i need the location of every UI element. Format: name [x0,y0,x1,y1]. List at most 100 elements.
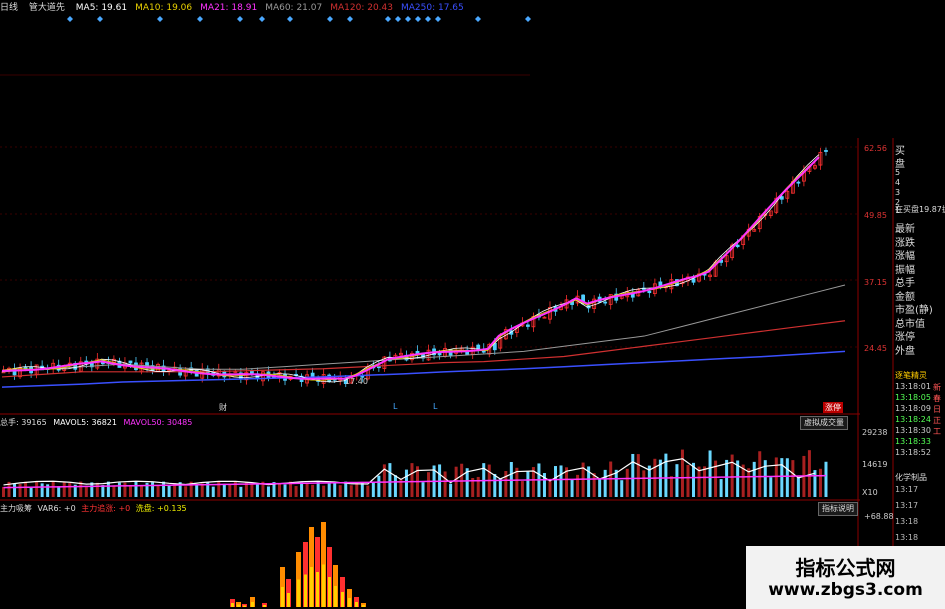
volume-bar [117,482,121,497]
candle-body [824,150,828,152]
ma21-line [1,156,820,380]
volume-bar [669,476,673,497]
volume-bar [228,483,232,497]
indicator-bar-inner [362,605,365,607]
period-label[interactable]: 日线 [0,3,18,13]
tick-time-2: 13:18:09 [895,404,931,413]
volume-bar [294,486,298,497]
volume-bar [327,482,331,497]
candle-body [437,352,442,356]
indicator-bar-inner [322,564,325,607]
signal-diamond [475,16,481,22]
price-tick-3: 24.45 [864,344,887,353]
indicator-help-button[interactable]: 指标说明 [818,502,858,516]
volume-bar [167,484,171,497]
volume-bar [454,466,458,497]
volume-bar [774,457,778,497]
tick-time-5: 13:18:33 [895,437,931,446]
signal-diamond [405,16,411,22]
indicator-bar-inner [263,605,266,607]
volume-bar [18,483,22,497]
kline-chart[interactable] [0,0,945,609]
volume-bar [366,485,370,497]
volume-bar [338,485,342,497]
tick-tag-2: 日 [933,405,941,414]
volume-bar [449,483,453,497]
mavol5-label: MAVOL5: 36821 [53,418,117,427]
volume-bar [818,468,822,497]
volume-bar [360,482,364,497]
ma-legend-item-3: MA60: 21.07 [265,3,323,13]
tick-section-title[interactable]: 逐笔精灵 [895,370,927,381]
volume-bar [151,482,155,497]
ma-legend-item-0: MA5: 19.61 [75,3,128,13]
signal-diamond [435,16,441,22]
candle-body [796,181,801,184]
volume-bar [371,481,375,497]
volume-bar [311,484,315,497]
ma-legend-item-1: MA10: 19.06 [135,3,193,13]
watermark-title: 指标公式网 [795,556,896,580]
volume-bar [51,481,55,497]
volume-bar [576,474,580,497]
moving-average-lines [1,154,846,388]
signal-diamond [97,16,103,22]
volume-bar [807,450,811,497]
indicator-bar-inner [243,605,246,607]
volume-bar [796,476,800,497]
volume-bar [112,485,116,497]
ma120-line [1,320,846,378]
ma-legend-item-2: MA21: 18.91 [200,3,258,13]
volume-bar [813,470,817,497]
volume-bar [570,479,574,497]
indicator-bar-inner [304,574,307,607]
tick-tag-1: 春 [933,394,941,403]
candle-body [603,301,608,304]
volume-bar [35,482,39,497]
indicator-bar-inner [355,602,358,607]
order-level-1: 5 [895,168,901,177]
volume-bar [300,482,304,497]
candlesticks [1,147,828,389]
volume-bar [631,453,635,497]
volume-bar [2,486,5,497]
signal-diamond [259,16,265,22]
event-mark-l1[interactable]: L [393,402,397,411]
volume-bar [686,464,690,497]
signal-diamond [395,16,401,22]
indicator-name[interactable]: 主力吸筹 [0,504,32,513]
trade-time-0: 13:17 [895,485,919,494]
event-mark-l2[interactable]: L [433,402,437,411]
indicator-bar-inner [341,592,344,607]
indicator-bar-inner [281,587,284,607]
quote-field-9: 外盘 [895,345,915,357]
volume-bar [603,469,607,497]
candle-body [376,366,381,369]
volume-bar [355,482,359,497]
volume-bar [636,454,640,497]
virtual-volume-button[interactable]: 虚拟成交量 [800,416,848,430]
volume-bar [443,471,447,497]
volume-bar [57,486,61,497]
price-tick-1: 49.85 [864,211,887,220]
indicator-bar-inner [348,598,351,607]
buy-status: 在买盘19.87抛 [895,205,945,214]
volume-bar [404,469,408,497]
volume-total: 总手: 39165 [0,418,47,427]
var6-label: VAR6: +0 [37,504,76,513]
volume-bar [526,471,530,497]
candle-body [128,360,133,364]
volume-bar [758,451,762,497]
candle-body [476,344,481,350]
xipan-label: 洗盘: +0.135 [135,504,187,513]
signal-diamond [287,16,293,22]
candle-body [526,324,530,327]
event-mark-cai[interactable]: 财 [219,402,227,413]
indicator-bar-inner [334,586,337,607]
sector-label[interactable]: 化学制品 [895,472,927,483]
ma-legend-item-5: MA250: 17.65 [401,3,464,13]
volume-bar [162,481,166,497]
indicator-bar-inner [237,604,240,607]
indicator-bars [230,522,366,607]
volume-bar [388,463,392,497]
